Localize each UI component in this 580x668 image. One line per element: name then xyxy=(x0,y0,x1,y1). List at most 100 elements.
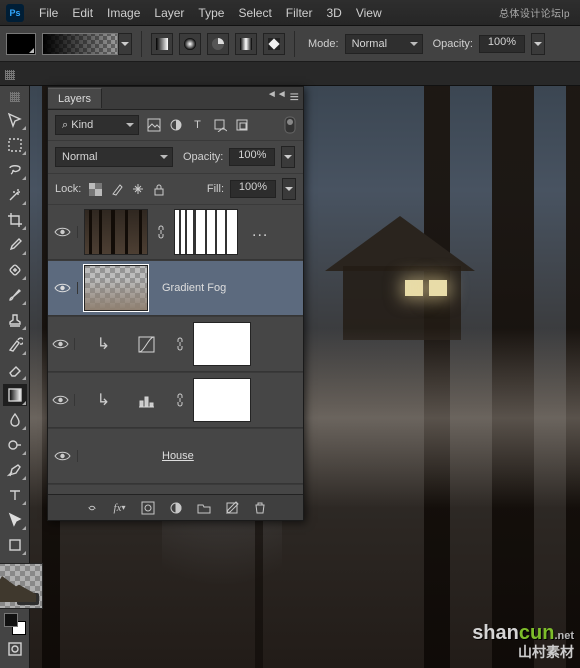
lock-transparency-icon[interactable] xyxy=(87,181,104,197)
visibility-icon[interactable] xyxy=(54,282,71,294)
gradient-angle-icon[interactable] xyxy=(207,33,229,55)
lock-image-icon[interactable] xyxy=(108,181,125,197)
menu-view[interactable]: View xyxy=(349,6,389,20)
filter-adjust-icon[interactable] xyxy=(167,117,184,134)
layer-thumbnail[interactable]: ▪ xyxy=(0,563,43,609)
type-tool[interactable] xyxy=(3,484,27,506)
lock-label: Lock: xyxy=(55,183,81,195)
marquee-tool[interactable] xyxy=(3,134,27,156)
layer-opacity-input[interactable]: 100% xyxy=(229,148,275,166)
path-select-tool[interactable] xyxy=(3,509,27,531)
fill-label: Fill: xyxy=(207,183,224,195)
gradient-linear-icon[interactable] xyxy=(151,33,173,55)
link-icon[interactable] xyxy=(156,225,166,239)
layer-row[interactable]: ▪ House xyxy=(48,428,303,484)
gradient-radial-icon[interactable] xyxy=(179,33,201,55)
gradient-tool[interactable] xyxy=(3,384,27,406)
layer-mask-thumbnail[interactable] xyxy=(193,322,251,366)
menu-type[interactable]: Type xyxy=(191,6,231,20)
menu-bar: Ps File Edit Image Layer Type Select Fil… xyxy=(0,0,580,26)
layer-name[interactable]: House xyxy=(156,450,200,462)
visibility-icon[interactable] xyxy=(52,394,69,406)
blend-opacity-row: Normal Opacity: 100% xyxy=(48,141,303,174)
menu-file[interactable]: File xyxy=(32,6,65,20)
filter-pixel-icon[interactable] xyxy=(145,117,162,134)
link-layers-icon[interactable] xyxy=(83,499,100,516)
gradient-diamond-icon[interactable] xyxy=(263,33,285,55)
healing-tool[interactable] xyxy=(3,259,27,281)
gradient-reflected-icon[interactable] xyxy=(235,33,257,55)
visibility-icon[interactable] xyxy=(52,338,69,350)
opacity-input[interactable]: 100% xyxy=(479,35,525,53)
layers-tab[interactable]: Layers xyxy=(48,88,102,108)
lock-fill-row: Lock: Fill: 100% xyxy=(48,174,303,204)
add-mask-icon[interactable] xyxy=(139,499,156,516)
delete-layer-icon[interactable] xyxy=(251,499,268,516)
layer-mask-thumbnail[interactable] xyxy=(174,209,238,255)
filter-smart-icon[interactable] xyxy=(233,117,250,134)
layer-overflow-icon[interactable]: ... xyxy=(246,223,274,241)
pen-tool[interactable] xyxy=(3,459,27,481)
blend-mode-dropdown[interactable]: Normal xyxy=(55,147,173,167)
wand-tool[interactable] xyxy=(3,184,27,206)
layer-thumbnail[interactable] xyxy=(84,209,148,255)
color-swatches[interactable] xyxy=(4,613,26,635)
opacity-slider-arrow[interactable] xyxy=(531,33,545,55)
new-layer-icon[interactable] xyxy=(223,499,240,516)
menu-layer[interactable]: Layer xyxy=(147,6,191,20)
layer-row[interactable]: ↳ xyxy=(48,372,303,428)
panel-collapse-icon[interactable]: ◄◄ xyxy=(267,89,287,107)
layer-row[interactable]: Gradient Fog xyxy=(48,260,303,316)
gradient-picker-arrow[interactable] xyxy=(118,33,132,55)
link-icon[interactable] xyxy=(175,337,185,351)
stamp-tool[interactable] xyxy=(3,309,27,331)
drag-handle-icon[interactable] xyxy=(5,70,15,80)
fx-icon[interactable]: fx▾ xyxy=(111,499,128,516)
lasso-tool[interactable] xyxy=(3,159,27,181)
quickmask-toggle[interactable] xyxy=(3,638,27,660)
lock-position-icon[interactable] xyxy=(129,181,146,197)
panel-menu-icon[interactable]: ≡ xyxy=(290,89,299,107)
tool-preset[interactable] xyxy=(6,33,36,55)
move-tool[interactable] xyxy=(3,109,27,131)
filter-shape-icon[interactable] xyxy=(211,117,228,134)
menu-select[interactable]: Select xyxy=(231,6,278,20)
smartobject-badge-icon: ▪ xyxy=(17,593,39,605)
layer-thumbnail[interactable] xyxy=(84,265,148,311)
layer-row[interactable]: ... xyxy=(48,204,303,260)
fill-input[interactable]: 100% xyxy=(230,180,276,198)
levels-adjust-icon[interactable] xyxy=(138,392,155,409)
menu-edit[interactable]: Edit xyxy=(65,6,100,20)
new-group-icon[interactable] xyxy=(195,499,212,516)
filter-kind-dropdown[interactable]: ⌕ Kind xyxy=(55,115,139,135)
menu-3d[interactable]: 3D xyxy=(319,6,348,20)
history-brush-tool[interactable] xyxy=(3,334,27,356)
layer-filter-row: ⌕ Kind T xyxy=(48,110,303,141)
dodge-tool[interactable] xyxy=(3,434,27,456)
tools-drag-handle[interactable] xyxy=(10,92,20,102)
shape-tool[interactable] xyxy=(3,534,27,556)
blur-tool[interactable] xyxy=(3,409,27,431)
menu-filter[interactable]: Filter xyxy=(279,6,320,20)
fill-arrow[interactable] xyxy=(282,178,296,200)
menu-image[interactable]: Image xyxy=(100,6,147,20)
layer-row[interactable]: ↳ xyxy=(48,316,303,372)
brush-tool[interactable] xyxy=(3,284,27,306)
mode-dropdown[interactable]: Normal xyxy=(345,34,423,54)
filter-type-icon[interactable]: T xyxy=(189,117,206,134)
gradient-preview[interactable] xyxy=(42,33,118,55)
visibility-icon[interactable] xyxy=(54,450,71,462)
curves-adjust-icon[interactable] xyxy=(138,336,155,353)
link-icon[interactable] xyxy=(175,393,185,407)
crop-tool[interactable] xyxy=(3,209,27,231)
eraser-tool[interactable] xyxy=(3,359,27,381)
new-adjust-icon[interactable] xyxy=(167,499,184,516)
layer-mask-thumbnail[interactable] xyxy=(193,378,251,422)
lock-all-icon[interactable] xyxy=(150,181,167,197)
layer-name[interactable]: Gradient Fog xyxy=(156,282,232,294)
filter-switch[interactable] xyxy=(284,116,296,134)
eyedropper-tool[interactable] xyxy=(3,234,27,256)
visibility-icon[interactable] xyxy=(54,226,71,238)
layer-opacity-arrow[interactable] xyxy=(281,146,295,168)
layers-panel-footer: fx▾ xyxy=(48,494,303,520)
